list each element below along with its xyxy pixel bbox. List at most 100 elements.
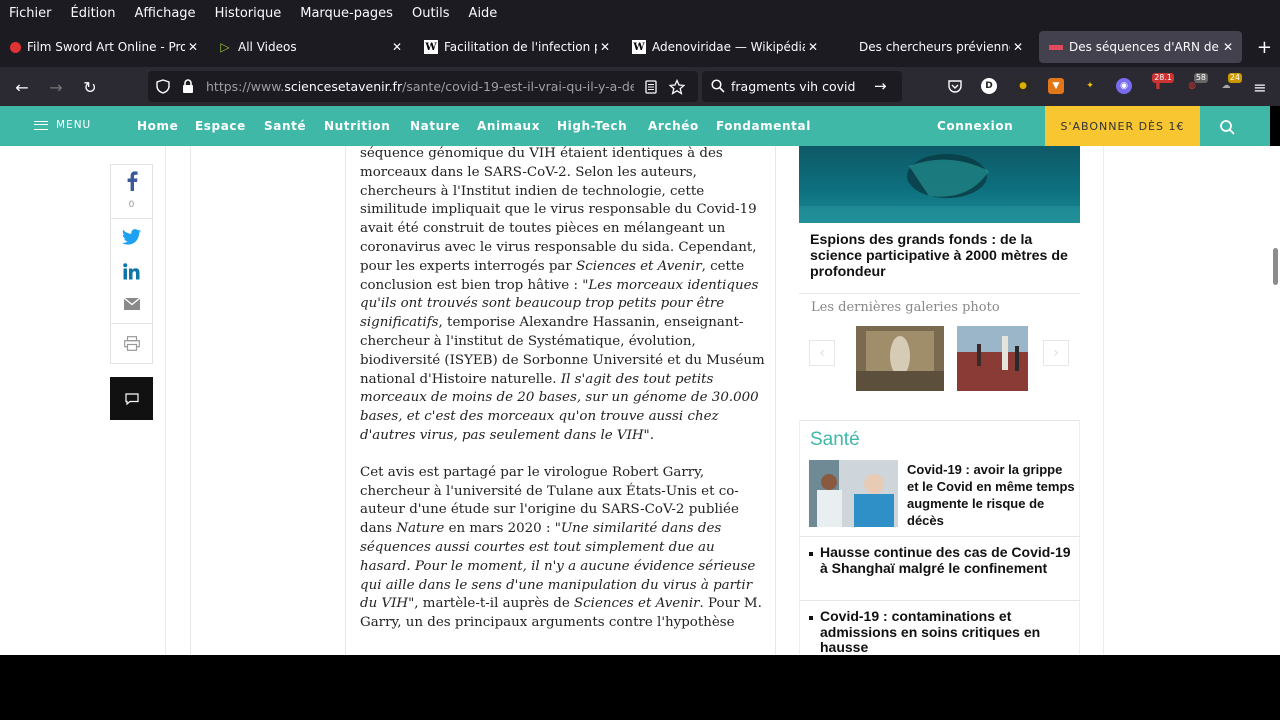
hero-image[interactable] bbox=[799, 146, 1080, 223]
wikipedia-icon: W bbox=[632, 40, 646, 54]
gallery-next-button[interactable]: › bbox=[1043, 340, 1069, 366]
comment-button[interactable] bbox=[110, 377, 153, 420]
new-tab-icon[interactable]: + bbox=[1257, 37, 1272, 58]
menu-view[interactable]: Affichage bbox=[134, 6, 195, 21]
search-text[interactable]: fragments vih covid bbox=[731, 79, 855, 94]
nav-nutrition[interactable]: Nutrition bbox=[324, 119, 390, 133]
search-icon[interactable] bbox=[1219, 119, 1235, 135]
bookmark-star-icon[interactable] bbox=[669, 79, 685, 95]
article-text: , martèle-t-il auprès de bbox=[414, 596, 574, 612]
linkedin-icon[interactable] bbox=[111, 261, 152, 281]
tab-chercheurs[interactable]: Des chercheurs préviennent ✕ bbox=[849, 31, 1032, 63]
close-icon[interactable]: ✕ bbox=[805, 40, 821, 54]
nav-archeo[interactable]: Archéo bbox=[648, 119, 699, 133]
subscribe-button[interactable]: S'ABONNER DÈS 1€ bbox=[1045, 106, 1200, 146]
url-domain: sciencesetavenir.fr bbox=[284, 79, 403, 94]
close-icon[interactable]: ✕ bbox=[389, 40, 405, 54]
search-bar[interactable]: fragments vih covid → bbox=[702, 71, 902, 102]
nav-fondamental[interactable]: Fondamental bbox=[716, 119, 811, 133]
duckduckgo-icon[interactable]: D bbox=[981, 78, 997, 94]
badge-count: 58 bbox=[1193, 73, 1208, 83]
pocket-icon[interactable] bbox=[947, 78, 963, 94]
gallery-prev-button[interactable]: ‹ bbox=[809, 340, 835, 366]
facebook-share-count: 0 bbox=[128, 200, 135, 210]
site-menu-button[interactable]: MENU bbox=[34, 119, 91, 131]
play-icon: ▷ bbox=[220, 40, 230, 54]
reload-icon[interactable]: ↻ bbox=[78, 75, 102, 99]
facebook-icon[interactable] bbox=[111, 171, 152, 191]
extension-icon[interactable]: ● bbox=[1015, 78, 1031, 94]
hero-article-title[interactable]: Espions des grands fonds : de la science… bbox=[810, 232, 1075, 280]
navigation-bar: ← → ↻ https://www.sciencesetavenir.fr/sa… bbox=[0, 67, 1280, 106]
article-paragraph: séquence génomique du VIH étaient identi… bbox=[360, 146, 765, 446]
nav-nature[interactable]: Nature bbox=[410, 119, 460, 133]
extension-gray-icon[interactable]: ☁ 24 bbox=[1218, 73, 1242, 94]
story-link[interactable]: Covid-19 : contaminations et admissions … bbox=[807, 608, 1072, 655]
share-bar: 0 bbox=[110, 164, 153, 364]
close-icon[interactable]: ✕ bbox=[597, 40, 613, 54]
url-bar[interactable]: https://www.sciencesetavenir.fr/sante/co… bbox=[148, 71, 698, 102]
nav-espace[interactable]: Espace bbox=[195, 119, 246, 133]
back-icon[interactable]: ← bbox=[10, 75, 34, 99]
menu-label: MENU bbox=[56, 119, 92, 131]
scrollbar-thumb[interactable] bbox=[1273, 248, 1278, 285]
gallery-thumbnail[interactable] bbox=[856, 326, 944, 391]
url-text[interactable]: https://www.sciencesetavenir.fr/sante/co… bbox=[206, 79, 634, 94]
reader-view-icon[interactable] bbox=[645, 80, 657, 94]
tab-title: Facilitation de l'infection pa bbox=[444, 40, 597, 54]
tab-title: Des séquences d'ARN de VI bbox=[1069, 40, 1220, 54]
story-title[interactable]: Covid-19 : avoir la grippe et le Covid e… bbox=[907, 461, 1077, 529]
menu-help[interactable]: Aide bbox=[469, 6, 498, 21]
print-icon[interactable] bbox=[111, 333, 152, 353]
nav-high-tech[interactable]: High-Tech bbox=[557, 119, 627, 133]
menu-bar: Fichier Édition Affichage Historique Mar… bbox=[0, 0, 1280, 27]
article-text: séquence génomique du VIH étaient identi… bbox=[360, 146, 757, 274]
menu-tools[interactable]: Outils bbox=[412, 6, 450, 21]
gallery-thumbnail[interactable] bbox=[957, 326, 1028, 391]
email-icon[interactable] bbox=[111, 294, 152, 314]
menu-bookmarks[interactable]: Marque-pages bbox=[300, 6, 393, 21]
extension-red-icon[interactable]: ◍ 58 bbox=[1184, 73, 1208, 94]
metamask-icon[interactable]: ▼ bbox=[1048, 78, 1064, 94]
tab-adenoviridae[interactable]: W Adenoviridae — Wikipédia ✕ bbox=[622, 31, 827, 63]
nav-home[interactable]: Home bbox=[137, 119, 178, 133]
forward-icon[interactable]: → bbox=[44, 75, 68, 99]
story-thumbnail[interactable] bbox=[809, 460, 898, 527]
publication-name: Sciences et Avenir bbox=[576, 258, 702, 274]
menu-edit[interactable]: Édition bbox=[71, 6, 116, 21]
section-title[interactable]: Santé bbox=[810, 429, 860, 451]
extension-color-icon[interactable]: ✦ bbox=[1082, 78, 1098, 94]
menu-history[interactable]: Historique bbox=[215, 6, 282, 21]
ublock-icon[interactable]: ▮ 28.1 bbox=[1150, 73, 1174, 94]
comment-icon bbox=[124, 392, 139, 405]
gallery-title: Les dernières galeries photo bbox=[811, 300, 1000, 315]
nav-sante[interactable]: Santé bbox=[264, 119, 306, 133]
close-icon[interactable]: ✕ bbox=[1010, 40, 1026, 54]
hamburger-menu-icon[interactable]: ≡ bbox=[1248, 75, 1272, 99]
lock-icon[interactable] bbox=[182, 79, 194, 94]
column-divider bbox=[190, 146, 191, 655]
story-link[interactable]: Hausse continue des cas de Covid-19 à Sh… bbox=[807, 544, 1072, 576]
shield-icon[interactable] bbox=[156, 79, 170, 94]
site-header: MENU Home Espace Santé Nutrition Nature … bbox=[0, 106, 1270, 146]
extension-circle-icon[interactable]: ◉ bbox=[1116, 78, 1132, 94]
tab-strip: Film Sword Art Online - Pro ✕ ▷ All Vide… bbox=[0, 27, 1280, 67]
scrollbar-track[interactable] bbox=[1270, 146, 1280, 655]
menu-file[interactable]: Fichier bbox=[9, 6, 52, 21]
page-content: 0 séquence génomique du VIH étaient iden… bbox=[0, 146, 1270, 655]
twitter-icon[interactable] bbox=[111, 227, 152, 247]
page-divider bbox=[1103, 146, 1104, 655]
go-arrow-icon[interactable]: → bbox=[874, 77, 887, 95]
tab-title: Film Sword Art Online - Pro bbox=[27, 40, 185, 54]
screen-bottom-area bbox=[0, 655, 1280, 720]
tab-sword-art-online[interactable]: Film Sword Art Online - Pro ✕ bbox=[0, 31, 207, 63]
article-text: en mars 2020 : bbox=[444, 521, 555, 537]
tab-facilitation[interactable]: W Facilitation de l'infection pa ✕ bbox=[414, 31, 619, 63]
nav-animaux[interactable]: Animaux bbox=[477, 119, 540, 133]
close-icon[interactable]: ✕ bbox=[185, 40, 201, 54]
login-link[interactable]: Connexion bbox=[937, 119, 1013, 133]
tab-all-videos[interactable]: ▷ All Videos ✕ bbox=[208, 31, 411, 63]
close-icon[interactable]: ✕ bbox=[1220, 40, 1236, 54]
badge-count: 28.1 bbox=[1152, 73, 1174, 83]
tab-sequences-arn[interactable]: Des séquences d'ARN de VI ✕ bbox=[1039, 31, 1242, 63]
